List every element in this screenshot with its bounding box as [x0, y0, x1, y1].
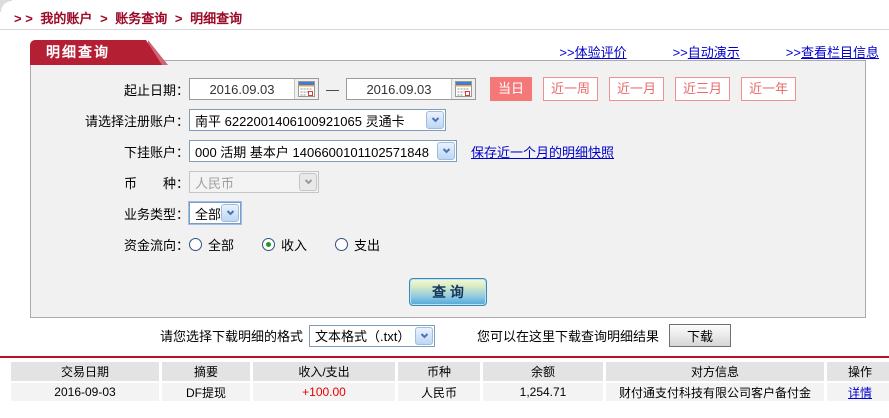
- date-range-row: 起止日期： —: [31, 77, 865, 101]
- income-amount: +100.00: [302, 385, 346, 399]
- section-header-row: 明细查询 >>体验评价 >>自动演示 >>查看栏目信息: [0, 30, 889, 60]
- chevron-down-icon: [299, 173, 317, 191]
- date-range-dash: —: [326, 82, 339, 97]
- col-header-summary: 摘要: [162, 362, 250, 381]
- flow-radio-all[interactable]: 全部: [189, 235, 234, 254]
- cell-counterparty: 财付通支付科技有限公司客户备付金: [606, 383, 824, 401]
- auto-demo-link[interactable]: >>自动演示: [673, 42, 740, 61]
- calendar-icon[interactable]: [451, 79, 475, 99]
- page-corner-decoration: [0, 0, 12, 12]
- biz-type-value: 全部: [190, 204, 220, 223]
- download-format-select[interactable]: 文本格式（.txt）: [309, 325, 435, 347]
- register-account-label: 请选择注册账户：: [31, 111, 189, 130]
- register-account-select[interactable]: 南平 6222001406100921065 灵通卡: [189, 109, 446, 131]
- radio-checked-icon[interactable]: [262, 238, 275, 251]
- cell-date: 2016-09-03: [11, 383, 159, 401]
- flow-radio-income[interactable]: 收入: [262, 235, 307, 254]
- sub-account-value: 000 活期 基本户 1406600101102571848: [190, 142, 436, 161]
- flow-direction-row: 资金流向： 全部 收入 支出: [31, 232, 865, 256]
- col-header-balance: 余额: [483, 362, 603, 381]
- table-row: 2016-09-03 DF提现 +100.00 人民币 1,254.71 财付通…: [11, 383, 889, 401]
- register-account-value: 南平 6222001406100921065 灵通卡: [190, 111, 425, 130]
- cell-amount: +100.00: [253, 383, 395, 401]
- chevron-down-icon[interactable]: [426, 111, 444, 129]
- quick-range-year-button[interactable]: 近一年: [741, 77, 796, 101]
- sub-account-select[interactable]: 000 活期 基本户 1406600101102571848: [189, 140, 457, 162]
- end-date-field[interactable]: [346, 78, 476, 100]
- breadcrumb-separator: >: [175, 11, 183, 26]
- currency-select: 人民币: [189, 171, 319, 193]
- table-top-divider: [0, 356, 889, 358]
- start-date-field[interactable]: [189, 78, 319, 100]
- experience-rating-link[interactable]: >>体验评价: [559, 42, 626, 61]
- start-date-input[interactable]: [190, 80, 294, 98]
- cell-currency: 人民币: [398, 383, 480, 401]
- transaction-table: 交易日期 摘要 收入/支出 币种 余额 对方信息 操作 2016-09-03 D…: [8, 360, 889, 403]
- date-range-label: 起止日期：: [31, 80, 189, 99]
- cell-summary: DF提现: [162, 383, 250, 401]
- col-header-currency: 币种: [398, 362, 480, 381]
- currency-value: 人民币: [190, 173, 298, 192]
- download-row: 请您选择下载明细的格式 文本格式（.txt） 您可以在这里下载查询明细结果 下载: [0, 324, 889, 347]
- quick-range-month-button[interactable]: 近一月: [609, 77, 664, 101]
- currency-row: 币 种： 人民币: [31, 170, 865, 194]
- breadcrumb: > > 我的账户 > 账务查询 > 明细查询: [0, 0, 889, 30]
- page-title: 明细查询: [30, 40, 146, 65]
- download-format-value: 文本格式（.txt）: [310, 326, 414, 345]
- cell-balance: 1,254.71: [483, 383, 603, 401]
- currency-label: 币 种：: [31, 173, 189, 192]
- flow-option-label: 收入: [281, 235, 307, 254]
- col-header-counterparty: 对方信息: [606, 362, 824, 381]
- link-label: 体验评价: [575, 45, 627, 60]
- flow-option-label: 支出: [354, 235, 380, 254]
- link-label: 自动演示: [688, 45, 740, 60]
- flow-radio-expense[interactable]: 支出: [335, 235, 380, 254]
- breadcrumb-separator: >: [100, 11, 108, 26]
- quick-range-week-button[interactable]: 近一周: [543, 77, 598, 101]
- flow-direction-label: 资金流向：: [31, 235, 189, 254]
- quick-range-quarter-button[interactable]: 近三月: [675, 77, 730, 101]
- end-date-input[interactable]: [347, 80, 451, 98]
- chevron-down-icon[interactable]: [437, 142, 455, 160]
- col-header-amount: 收入/支出: [253, 362, 395, 381]
- breadcrumb-item-my-account[interactable]: 我的账户: [40, 11, 92, 26]
- biz-type-row: 业务类型： 全部: [31, 201, 865, 225]
- radio-icon[interactable]: [335, 238, 348, 251]
- query-form-panel: 起止日期： —: [30, 60, 866, 318]
- chevron-down-icon[interactable]: [415, 327, 433, 345]
- breadcrumb-item-account-query[interactable]: 账务查询: [115, 11, 167, 26]
- top-links: >>体验评价 >>自动演示 >>查看栏目信息: [559, 42, 879, 61]
- biz-type-select[interactable]: 全部: [189, 202, 241, 224]
- download-button[interactable]: 下载: [669, 324, 731, 347]
- link-label: 查看栏目信息: [801, 45, 879, 60]
- link-prefix: >>: [673, 45, 688, 60]
- col-header-action: 操作: [827, 362, 889, 381]
- register-account-row: 请选择注册账户： 南平 6222001406100921065 灵通卡: [31, 108, 865, 132]
- sub-account-row: 下挂账户： 000 活期 基本户 1406600101102571848 保存近…: [31, 139, 865, 163]
- flow-option-label: 全部: [208, 235, 234, 254]
- col-header-date: 交易日期: [11, 362, 159, 381]
- radio-icon[interactable]: [189, 238, 202, 251]
- chevron-down-icon[interactable]: [221, 204, 239, 222]
- view-column-info-link[interactable]: >>查看栏目信息: [786, 42, 879, 61]
- link-prefix: >>: [559, 45, 574, 60]
- sub-account-label: 下挂账户：: [31, 142, 189, 161]
- detail-link[interactable]: 详情: [848, 386, 872, 400]
- cell-action: 详情: [827, 383, 889, 401]
- table-header-row: 交易日期 摘要 收入/支出 币种 余额 对方信息 操作: [11, 362, 889, 381]
- link-prefix: >>: [786, 45, 801, 60]
- breadcrumb-prefix: > >: [14, 11, 33, 26]
- query-button[interactable]: 查 询: [409, 278, 487, 306]
- detail-query-tab: 明细查询: [30, 40, 146, 65]
- quick-range-today-button[interactable]: 当日: [490, 77, 532, 101]
- save-monthly-snapshot-link[interactable]: 保存近一个月的明细快照: [471, 142, 614, 161]
- calendar-icon[interactable]: [294, 79, 318, 99]
- query-button-row: 查 询: [31, 278, 865, 306]
- breadcrumb-item-detail-query[interactable]: 明细查询: [190, 11, 242, 26]
- biz-type-label: 业务类型：: [31, 204, 189, 223]
- download-format-label: 请您选择下载明细的格式: [160, 326, 303, 345]
- download-hint-text: 您可以在这里下载查询明细结果: [477, 326, 659, 345]
